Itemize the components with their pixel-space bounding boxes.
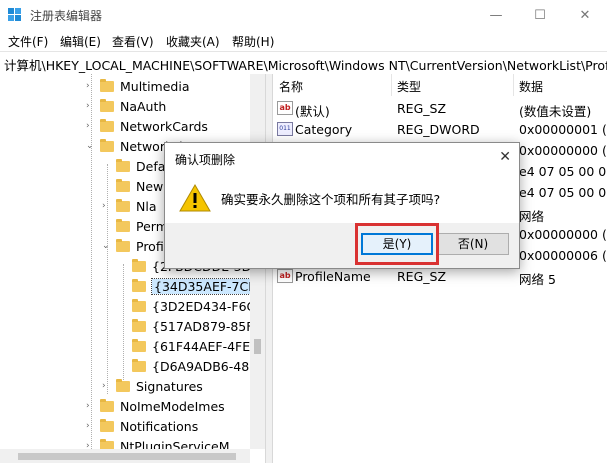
column-header-name[interactable]: 名称 [279,78,303,95]
folder-icon [100,98,114,112]
expand-chevron-icon[interactable]: › [86,401,90,411]
collapse-chevron-icon[interactable]: ⌄ [102,241,110,251]
column-separator[interactable] [513,74,514,96]
menu-edit[interactable]: 编辑(E) [60,33,101,50]
dialog-title-bar: 确认项删除 ✕ [165,143,519,173]
scrollbar-thumb[interactable] [254,339,261,354]
maximize-button[interactable]: ☐ [518,0,562,30]
dialog-title: 确认项删除 [175,153,236,167]
collapse-chevron-icon[interactable]: ⌄ [86,141,94,151]
dialog-message: 确实要永久删除这个项和所有其子项吗? [221,192,441,207]
regedit-icon [8,8,21,21]
folder-icon [116,178,130,192]
folder-icon [132,258,146,272]
tree-item-profile-guid[interactable]: {D6A9ADB6-48F4 [132,356,264,376]
folder-icon [100,78,114,92]
confirm-delete-dialog: 确认项删除 ✕ 确实要永久删除这个项和所有其子项吗? 是(Y) 否(N) [164,142,520,269]
string-value-icon: ab [277,101,293,115]
folder-icon [100,398,114,412]
folder-icon [116,218,130,232]
folder-icon [100,418,114,432]
folder-icon [116,158,130,172]
close-button[interactable]: ✕ [563,0,607,30]
warning-icon [179,183,211,212]
tree-item-noimemodeimes[interactable]: › NoImeModeImes [84,396,225,416]
address-path[interactable]: 计算机\HKEY_LOCAL_MACHINE\SOFTWARE\Microsof… [4,55,607,74]
folder-icon [100,138,114,152]
expand-chevron-icon[interactable]: › [86,121,90,131]
tree-guide-line [123,264,124,384]
expand-chevron-icon[interactable]: › [86,81,90,91]
title-bar: 注册表编辑器 — ☐ ✕ [0,0,607,30]
tree-horizontal-scrollbar[interactable] [0,449,250,463]
menu-view[interactable]: 查看(V) [112,33,154,50]
menu-bar: 文件(F) 编辑(E) 查看(V) 收藏夹(A) 帮助(H) [0,30,607,51]
minimize-button[interactable]: — [474,0,518,30]
column-header-type[interactable]: 类型 [397,78,421,95]
tree-item-multimedia[interactable]: › Multimedia [84,76,190,96]
menu-help[interactable]: 帮助(H) [232,33,274,50]
tree-item-nla[interactable]: › Nla [100,196,156,216]
expand-chevron-icon[interactable]: › [86,101,90,111]
value-row[interactable]: 011 Category REG_DWORD 0x00000001 (1) [273,120,607,141]
expand-chevron-icon[interactable]: › [86,421,90,431]
folder-icon [132,358,146,372]
tree-item-profile-guid-selected[interactable]: {34D35AEF-7CD2 [132,276,265,296]
tree-item-profile-guid[interactable]: {3D2ED434-F6C5 [132,296,263,316]
no-button[interactable]: 否(N) [437,233,509,255]
value-row[interactable]: ab (默认) REG_SZ (数值未设置) [273,99,607,120]
string-value-icon: ab [277,269,293,283]
tree-item-notifications[interactable]: › Notifications [84,416,198,436]
address-bar[interactable]: 计算机\HKEY_LOCAL_MACHINE\SOFTWARE\Microsof… [0,51,607,75]
tree-item-profile-guid[interactable]: {517AD879-85F7- [132,316,265,336]
folder-icon [132,318,146,332]
dialog-body: 确实要永久删除这个项和所有其子项吗? [165,173,519,223]
tree-item-profile-guid[interactable]: {61F44AEF-4FE7- [132,336,263,356]
folder-icon [100,118,114,132]
folder-icon [116,378,130,392]
folder-icon [116,198,130,212]
expand-chevron-icon[interactable]: › [102,201,106,211]
tree-item-networkcards[interactable]: › NetworkCards [84,116,208,136]
folder-icon [132,278,146,292]
tree-item-naauth[interactable]: › NaAuth [84,96,166,116]
folder-icon [132,338,146,352]
dword-value-icon: 011 [277,122,293,136]
red-highlight-box [355,223,439,265]
folder-icon [132,298,146,312]
tree-item-signatures[interactable]: › Signatures [100,376,203,396]
scrollbar-thumb[interactable] [18,453,236,460]
dialog-close-button[interactable]: ✕ [499,149,511,165]
window-title: 注册表编辑器 [30,9,103,23]
column-header-data[interactable]: 数据 [519,78,543,95]
menu-favorites[interactable]: 收藏夹(A) [166,33,220,50]
column-separator[interactable] [391,74,392,96]
folder-icon [116,238,130,252]
value-row[interactable]: ab ProfileName REG_SZ 网络 5 [273,267,607,288]
expand-chevron-icon[interactable]: › [102,381,106,391]
menu-file[interactable]: 文件(F) [8,33,48,50]
